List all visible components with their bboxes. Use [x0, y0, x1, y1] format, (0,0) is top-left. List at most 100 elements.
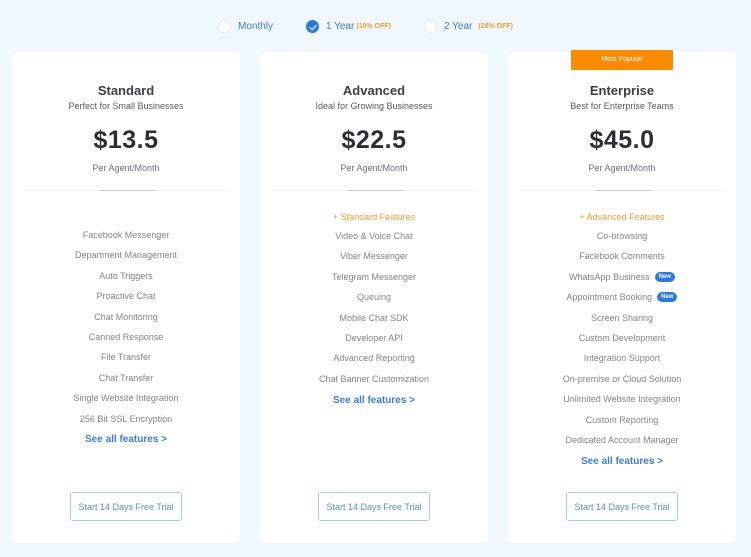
feature-item: Canned Response — [12, 327, 240, 347]
feature-label: Chat Monitoring — [94, 311, 158, 322]
feature-item: Appointment Booking New — [508, 287, 736, 307]
plan-card-enterprise: Most Popular Enterprise Best for Enterpr… — [508, 50, 736, 543]
plan-price: $22.5 — [341, 126, 407, 154]
plan-name: Standard — [97, 83, 155, 98]
see-all-features-link[interactable]: See all features > — [12, 434, 240, 445]
feature-label: Custom Reporting — [585, 414, 659, 425]
feature-label: WhatsApp Business — [569, 271, 650, 282]
billing-option-label: 2 Year — [444, 20, 473, 32]
feature-label: Facebook Comments — [579, 251, 665, 262]
feature-item: Screen Sharing — [508, 308, 736, 328]
feature-item: On-premise or Cloud Solution — [508, 369, 736, 389]
feature-item: Viber Messenger — [260, 246, 488, 266]
divider — [520, 190, 724, 191]
plan-price: $45.0 — [589, 126, 655, 154]
discount-label: (10% OFF) — [356, 22, 391, 30]
billing-option-label: 1 Year — [326, 20, 355, 32]
feature-item: Facebook Messenger — [12, 225, 240, 245]
feature-item: Co-browsing — [508, 226, 736, 246]
radio-checked-icon[interactable] — [306, 19, 319, 33]
billing-option-2-year[interactable]: 2 Year (20% OFF) — [424, 17, 513, 35]
feature-label: Canned Response — [88, 331, 164, 342]
inherited-features-label: + Advanced Features — [579, 212, 665, 222]
plan-card-advanced: Advanced Ideal for Growing Businesses $2… — [260, 52, 488, 543]
feature-item: Unlimited Website Integration — [508, 389, 736, 409]
billing-option-label: Monthly — [238, 20, 274, 32]
new-badge: New — [654, 271, 675, 282]
feature-item: Advanced Reporting — [260, 348, 488, 368]
feature-label: Telegram Messenger — [331, 271, 417, 282]
price-unit: Per Agent/Month — [340, 163, 408, 173]
feature-item: Developer API — [260, 328, 488, 348]
feature-item: Telegram Messenger — [260, 267, 488, 287]
feature-label: Appointment Booking — [566, 292, 653, 303]
start-trial-button[interactable]: Start 14 Days Free Trial — [70, 492, 182, 521]
plan-subtitle: Perfect for Small Businesses — [68, 101, 184, 111]
feature-label: 256 Bit SSL Encryption — [79, 413, 173, 424]
plan-name: Advanced — [342, 83, 406, 98]
new-badge: New — [657, 292, 678, 303]
feature-label: Department Management — [74, 250, 178, 261]
feature-item: Chat Transfer — [12, 368, 240, 388]
feature-label: Queuing — [356, 292, 392, 303]
discount-label: (20% OFF) — [478, 22, 513, 30]
feature-label: Chat Transfer — [98, 372, 154, 383]
feature-label: Screen Sharing — [590, 312, 654, 323]
feature-label: Facebook Messenger — [82, 230, 170, 240]
feature-label: Unlimited Website Integration — [563, 394, 681, 405]
feature-item: Single Website Integration — [12, 388, 240, 408]
feature-item: Dedicated Account Manager — [508, 430, 736, 450]
see-all-features-link[interactable]: See all features > — [508, 456, 736, 467]
feature-label: Auto Triggers — [99, 270, 153, 281]
feature-label: Mobile Chat SDK — [339, 312, 409, 323]
plan-card-standard: Standard Perfect for Small Businesses $1… — [12, 52, 240, 543]
billing-option-1-year[interactable]: 1 Year (10% OFF) — [306, 17, 391, 35]
feature-list: Facebook Messenger Department Management A… — [12, 225, 240, 429]
plan-name: Enterprise — [589, 83, 655, 98]
plan-price: $13.5 — [93, 126, 159, 154]
feature-item: File Transfer — [12, 347, 240, 367]
feature-item: Proactive Chat — [12, 286, 240, 306]
plan-subtitle: Ideal for Growing Businesses — [315, 101, 433, 111]
feature-label: Developer API — [345, 332, 403, 343]
radio-icon[interactable] — [218, 19, 231, 33]
feature-label: Custom Development — [578, 332, 666, 343]
feature-label: Proactive Chat — [96, 291, 156, 302]
feature-label: Integration Support — [583, 353, 661, 364]
price-unit: Per Agent/Month — [588, 163, 656, 173]
feature-label: Chat Banner Customization — [318, 373, 430, 384]
feature-item: Custom Reporting — [508, 410, 736, 430]
see-all-features-link[interactable]: See all features > — [260, 395, 488, 406]
feature-item: Department Management — [12, 245, 240, 265]
inherited-features-label: + Standard Features — [332, 212, 416, 222]
feature-item: Facebook Comments — [508, 246, 736, 266]
divider — [24, 190, 228, 191]
billing-period-selector: Monthly 1 Year (10% OFF) 2 Year (20% OFF… — [0, 17, 751, 35]
feature-item: Custom Development — [508, 328, 736, 348]
feature-list: + Advanced Features Co-browsing Facebook C… — [508, 208, 736, 450]
feature-label: On-premise or Cloud Solution — [562, 373, 682, 384]
feature-label: Single Website Integration — [73, 393, 179, 404]
feature-label: Advanced Reporting — [333, 353, 415, 364]
feature-list: + Standard Features Video & Voice Chat Vib… — [260, 208, 488, 389]
feature-item: Integration Support — [508, 348, 736, 368]
start-trial-button[interactable]: Start 14 Days Free Trial — [318, 492, 430, 521]
feature-item: 256 Bit SSL Encryption — [12, 409, 240, 429]
feature-item: Video & Voice Chat — [260, 226, 488, 246]
feature-item: Chat Banner Customization — [260, 369, 488, 389]
feature-label: Video & Voice Chat — [335, 231, 413, 241]
feature-item: Chat Monitoring — [12, 307, 240, 327]
feature-label: Dedicated Account Manager — [565, 434, 679, 445]
billing-option-monthly[interactable]: Monthly — [218, 17, 273, 35]
divider — [272, 190, 476, 191]
feature-label: Viber Messenger — [340, 251, 408, 262]
feature-label: Co-browsing — [596, 231, 648, 241]
price-unit: Per Agent/Month — [92, 163, 160, 173]
radio-icon[interactable] — [424, 19, 437, 33]
start-trial-button[interactable]: Start 14 Days Free Trial — [566, 492, 678, 521]
feature-item: Auto Triggers — [12, 266, 240, 286]
feature-item: WhatsApp Business New — [508, 267, 736, 287]
feature-label: File Transfer — [100, 352, 151, 363]
feature-item: Mobile Chat SDK — [260, 308, 488, 328]
feature-item: Queuing — [260, 287, 488, 307]
